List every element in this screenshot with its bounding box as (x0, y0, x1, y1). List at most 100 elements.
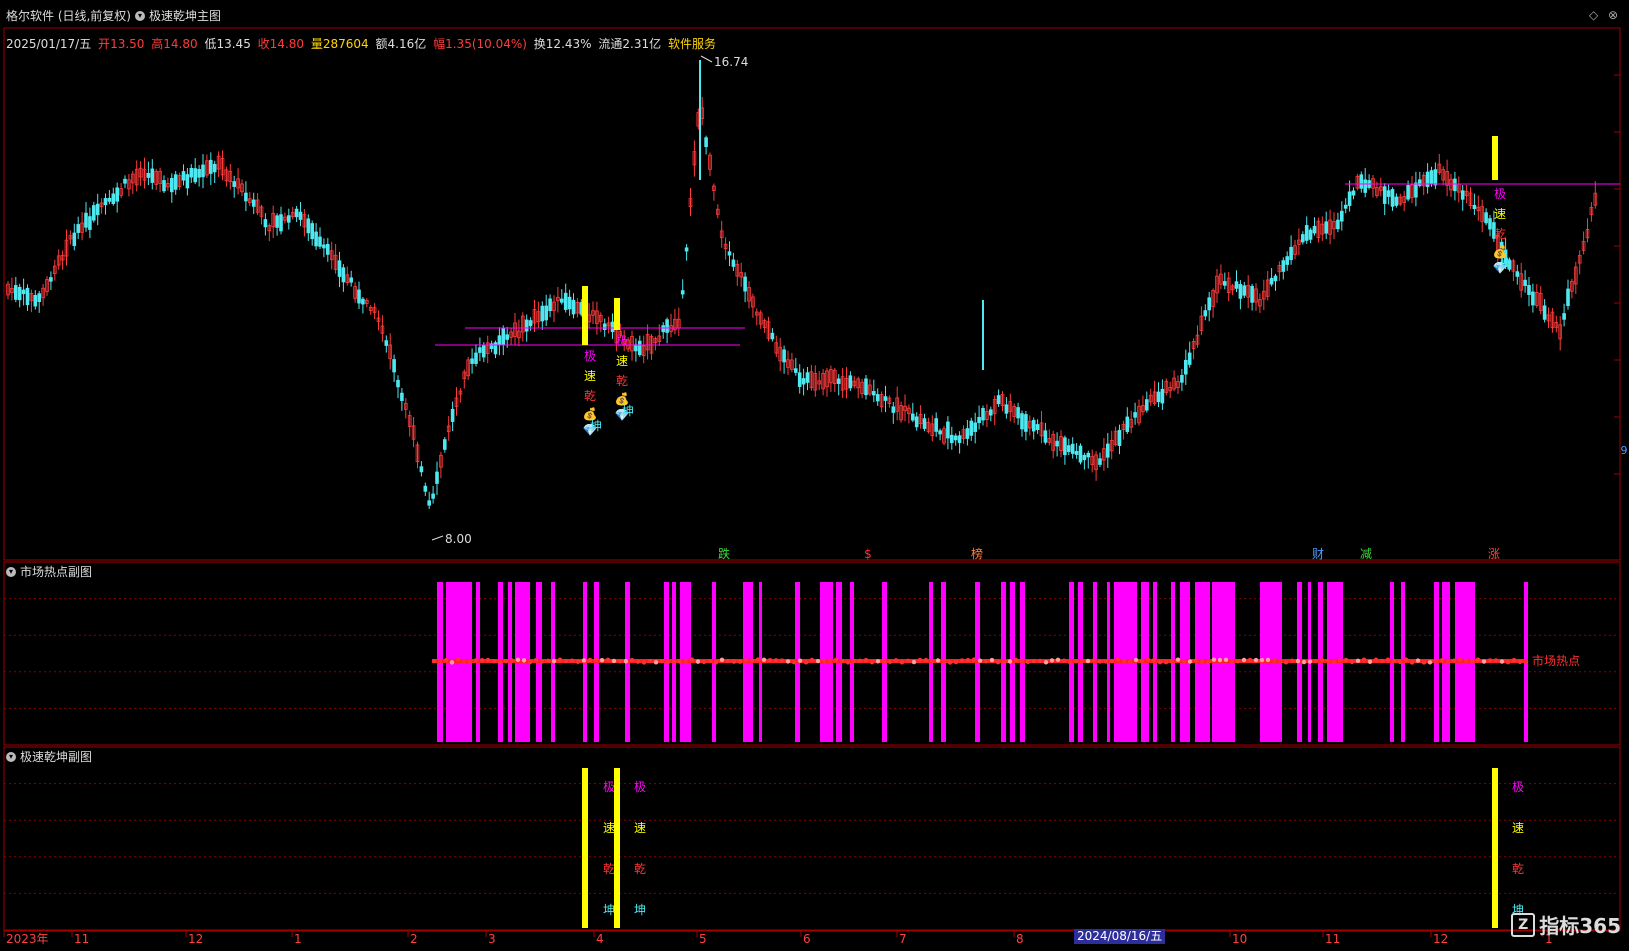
max-price-label: 16.74 (714, 55, 748, 69)
candle-body (1324, 221, 1329, 234)
close-label: 收 (257, 37, 270, 51)
candle-body (1020, 413, 1024, 430)
hot-marker (491, 659, 497, 664)
candle-body (727, 251, 732, 256)
candle-body (84, 212, 88, 228)
candle-body (150, 168, 155, 183)
qk-panel-name: 极速乾坤副图 (20, 750, 93, 764)
hot-marker (1175, 657, 1181, 662)
candle-body (946, 421, 950, 439)
hot-marker (581, 658, 587, 663)
diamond-icon[interactable]: ◇ (1589, 8, 1598, 22)
close-icon[interactable]: ⊗ (1608, 8, 1618, 22)
candle-body (1238, 284, 1243, 299)
hot-marker (1391, 658, 1397, 664)
candle-body (123, 178, 127, 184)
hot-marker (905, 658, 911, 664)
candle-body (13, 285, 18, 300)
settings-toggle-icon[interactable]: ▾ (135, 10, 145, 21)
hot-marker (695, 659, 701, 664)
hot-marker (455, 657, 461, 662)
candle-body (1043, 430, 1048, 443)
event-mark: 涨 (1488, 546, 1500, 561)
hot-marker (1037, 658, 1043, 664)
candle-body (1308, 229, 1313, 240)
candle-body (524, 319, 529, 332)
candle-body (306, 218, 311, 234)
candle-body (294, 208, 299, 218)
candle-body (1304, 225, 1309, 241)
hot-marker (1349, 659, 1355, 665)
hot-marker (1289, 658, 1295, 663)
hot-panel-toggle-icon[interactable]: ▾ (6, 566, 16, 577)
hot-marker (821, 658, 827, 664)
x-axis-label: 4 (596, 932, 604, 946)
hot-marker (1493, 658, 1499, 663)
candle-body (1414, 182, 1418, 198)
panel-frame (3, 27, 1621, 561)
hot-marker (509, 658, 515, 663)
candle-body (1527, 285, 1531, 295)
candle-body (95, 203, 100, 216)
hot-marker (743, 658, 749, 663)
hot-marker (1151, 657, 1157, 663)
candle-body (563, 292, 568, 310)
candle-body (548, 298, 552, 312)
indicator-name[interactable]: 极速乾坤主图 (149, 7, 221, 24)
x-axis-label: 3 (488, 932, 496, 946)
close-value: 14.80 (269, 37, 305, 51)
qk-panel-toggle-icon[interactable]: ▾ (6, 751, 16, 762)
hot-marker (485, 657, 491, 663)
candle-body (1351, 190, 1356, 196)
turn-label: 换 (533, 37, 546, 51)
hot-marker (1259, 657, 1265, 663)
candle-body (1098, 458, 1102, 465)
qk-kun: 坤 (634, 902, 646, 917)
float-label: 流通 (598, 37, 623, 51)
candle-body (864, 378, 868, 396)
hot-marker (449, 660, 455, 665)
x-axis-label: 8 (1016, 932, 1024, 946)
candle-body (1125, 416, 1130, 432)
hot-marker (683, 658, 689, 664)
panel-frame (3, 561, 1621, 746)
hot-marker (539, 659, 545, 664)
hot-marker (791, 659, 797, 665)
candle-body (1180, 375, 1184, 383)
candle-body (996, 395, 1001, 405)
hot-panel-title[interactable]: ▾ 市场热点副图 (6, 563, 92, 580)
candle-body (115, 187, 120, 202)
candle-body (169, 177, 174, 193)
hot-marker (647, 658, 653, 664)
candle-body (770, 332, 775, 340)
hot-marker (1307, 659, 1313, 664)
hot-marker (665, 659, 671, 665)
candle-body (797, 372, 802, 387)
candle-body (37, 293, 41, 303)
candle-body (1074, 450, 1079, 455)
hot-marker (707, 658, 713, 664)
candle-body (470, 358, 474, 364)
hot-marker (1277, 658, 1283, 664)
hot-marker (845, 660, 851, 665)
hot-marker (1013, 657, 1019, 663)
candle-body (973, 422, 977, 432)
qk-panel-title[interactable]: ▾ 极速乾坤副图 (6, 748, 92, 765)
hot-marker (443, 657, 449, 663)
candle-body (1301, 234, 1305, 243)
hot-marker (1427, 660, 1433, 665)
candle-body (201, 164, 205, 178)
hot-marker (1271, 658, 1277, 663)
hot-marker (731, 659, 737, 664)
hot-marker (1397, 659, 1403, 665)
hot-marker (551, 658, 557, 664)
candle-body (1460, 190, 1465, 200)
min-price-label: 8.00 (445, 532, 472, 546)
low-label: 低 (204, 37, 217, 51)
candle-body (1055, 440, 1059, 447)
candle-body (450, 408, 455, 422)
hot-marker (473, 658, 479, 663)
event-mark: 榜 (971, 546, 983, 561)
candle-body (478, 347, 482, 353)
candle-body (634, 344, 638, 352)
